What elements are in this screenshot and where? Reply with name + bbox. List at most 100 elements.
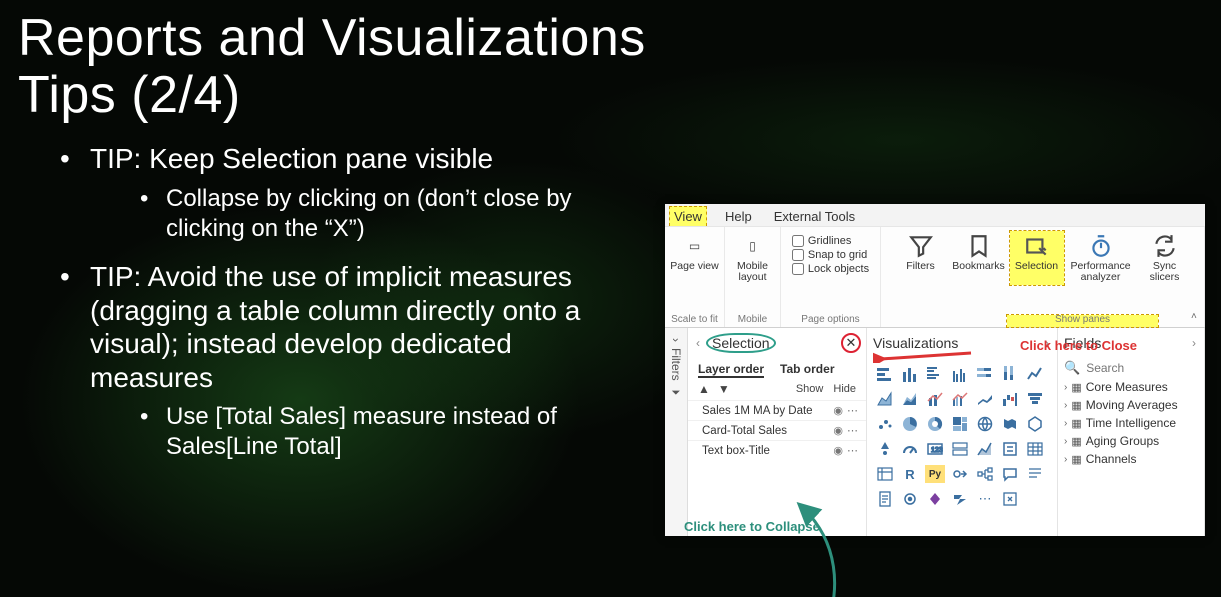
filled-map-icon[interactable] — [998, 412, 1022, 436]
r-visual-icon[interactable]: R — [898, 462, 922, 486]
bookmarks-button[interactable]: Bookmarks — [952, 231, 1006, 285]
layer-move-up-icon[interactable]: ▲ — [698, 382, 708, 396]
paginated-icon[interactable] — [873, 487, 897, 511]
group-label-showpanes: Show panes — [1007, 315, 1158, 327]
tab-tab-order[interactable]: Tab order — [780, 362, 834, 378]
field-label: Moving Averages — [1086, 398, 1178, 412]
gridlines-checkbox[interactable]: Gridlines — [792, 235, 869, 247]
list-item[interactable]: ›▦Moving Averages — [1058, 396, 1204, 414]
waterfall-icon[interactable] — [998, 387, 1022, 411]
funnel-icon[interactable] — [1023, 387, 1047, 411]
group-label-scale: Scale to fit — [671, 315, 718, 327]
map-icon[interactable] — [973, 412, 997, 436]
more-icon[interactable]: ⋯ — [847, 404, 858, 417]
donut-icon[interactable] — [923, 412, 947, 436]
matrix-icon[interactable] — [873, 462, 897, 486]
eye-icon[interactable]: ◉ — [833, 444, 843, 457]
pie-icon[interactable] — [898, 412, 922, 436]
gauge-icon[interactable] — [898, 437, 922, 461]
arcgis-icon[interactable] — [898, 487, 922, 511]
hundred-column-icon[interactable] — [998, 362, 1022, 386]
table-icon[interactable] — [1023, 437, 1047, 461]
hundred-bar-icon[interactable] — [973, 362, 997, 386]
lock-checkbox[interactable]: Lock objects — [792, 263, 869, 275]
gridlines-label: Gridlines — [808, 235, 851, 247]
red-arrow-icon — [873, 349, 973, 363]
line-clustered-icon[interactable] — [948, 387, 972, 411]
page-view-button[interactable]: ▭ Page view — [668, 231, 722, 274]
line-chart-icon[interactable] — [1023, 362, 1047, 386]
line-column-icon[interactable] — [923, 387, 947, 411]
stacked-area-icon[interactable] — [898, 387, 922, 411]
fields-search[interactable]: 🔍 — [1058, 358, 1204, 378]
selection-button[interactable]: Selection — [1010, 231, 1064, 285]
kpi-icon[interactable] — [973, 437, 997, 461]
selection-collapse-chevron-icon[interactable]: ‹ — [694, 336, 702, 350]
key-influencers-icon[interactable] — [948, 462, 972, 486]
scatter-icon[interactable] — [873, 412, 897, 436]
shape-map-icon[interactable] — [1023, 412, 1047, 436]
filters-button[interactable]: Filters — [894, 231, 948, 285]
group-label-mobile: Mobile — [738, 315, 767, 327]
tab-help[interactable]: Help — [721, 207, 756, 226]
automate-icon[interactable] — [948, 487, 972, 511]
ribbon-collapse-chevron-icon[interactable]: ˄ — [1191, 311, 1203, 323]
search-icon: 🔍 — [1064, 360, 1080, 376]
list-item[interactable]: Text box-Title◉⋯ — [688, 440, 866, 460]
py-visual-icon[interactable]: Py — [923, 462, 947, 486]
tab-external-tools[interactable]: External Tools — [770, 207, 859, 226]
slicer-icon[interactable] — [998, 437, 1022, 461]
list-item[interactable]: ›▦Channels — [1058, 450, 1204, 468]
eye-icon[interactable]: ◉ — [833, 424, 843, 437]
snap-checkbox[interactable]: Snap to grid — [792, 249, 869, 261]
list-item[interactable]: ›▦Time Intelligence — [1058, 414, 1204, 432]
tab-layer-order[interactable]: Layer order — [698, 362, 764, 378]
card-icon[interactable]: 123 — [923, 437, 947, 461]
fields-list: ›▦Core Measures ›▦Moving Averages ›▦Time… — [1058, 378, 1204, 468]
selection-icon — [1024, 233, 1050, 259]
list-item-label: Card-Total Sales — [702, 425, 829, 437]
get-more-icon[interactable]: ⋯ — [973, 487, 997, 511]
sync-label: Sync slicers — [1140, 261, 1190, 283]
area-chart-icon[interactable] — [873, 387, 897, 411]
mobile-icon: ▯ — [740, 233, 766, 259]
selection-close-button[interactable]: ✕ — [842, 334, 860, 352]
bullet-1: TIP: Keep Selection pane visible Collaps… — [60, 142, 620, 244]
list-item[interactable]: Sales 1M MA by Date◉⋯ — [688, 400, 866, 420]
mobile-layout-button[interactable]: ▯ Mobile layout — [726, 231, 780, 285]
selection-pane: ‹ Selection ✕ Layer order Tab order ▲ ▼ … — [688, 328, 867, 536]
multi-card-icon[interactable] — [948, 437, 972, 461]
clustered-bar-icon[interactable] — [923, 362, 947, 386]
decomp-tree-icon[interactable] — [973, 462, 997, 486]
more-icon[interactable]: ⋯ — [847, 444, 858, 457]
filters-expand-icon[interactable]: › — [669, 338, 683, 342]
fields-collapse-chevron-icon[interactable]: › — [1190, 336, 1198, 350]
hide-button[interactable]: Hide — [833, 383, 856, 395]
clustered-column-icon[interactable] — [948, 362, 972, 386]
filters-rail[interactable]: › Filters ⏷ — [665, 328, 688, 536]
custom-visual-icon[interactable] — [998, 487, 1022, 511]
stacked-column-icon[interactable] — [898, 362, 922, 386]
more-icon[interactable]: ⋯ — [847, 424, 858, 437]
list-item[interactable]: Card-Total Sales ◉ ⋯ — [688, 420, 866, 440]
qa-visual-icon[interactable] — [998, 462, 1022, 486]
eye-icon[interactable]: ◉ — [833, 404, 843, 417]
tab-view[interactable]: View — [669, 206, 707, 226]
search-input[interactable] — [1084, 360, 1198, 376]
sync-slicers-button[interactable]: Sync slicers — [1138, 231, 1192, 285]
snap-label: Snap to grid — [808, 249, 867, 261]
viz-gallery: 123 R Py ⋯ — [867, 358, 1057, 513]
bullet-2: TIP: Avoid the use of implicit measures … — [60, 260, 620, 462]
perf-analyzer-button[interactable]: Performance analyzer — [1068, 231, 1134, 285]
list-item[interactable]: ›▦Core Measures — [1058, 378, 1204, 396]
smart-narrative-icon[interactable] — [1023, 462, 1047, 486]
treemap-icon[interactable] — [948, 412, 972, 436]
powerapps-icon[interactable] — [923, 487, 947, 511]
stacked-bar-icon[interactable] — [873, 362, 897, 386]
ribbon-chart-icon[interactable] — [973, 387, 997, 411]
stopwatch-icon — [1088, 233, 1114, 259]
show-button[interactable]: Show — [796, 383, 824, 395]
layer-move-down-icon[interactable]: ▼ — [718, 382, 728, 396]
list-item[interactable]: ›▦Aging Groups — [1058, 432, 1204, 450]
azure-map-icon[interactable] — [873, 437, 897, 461]
